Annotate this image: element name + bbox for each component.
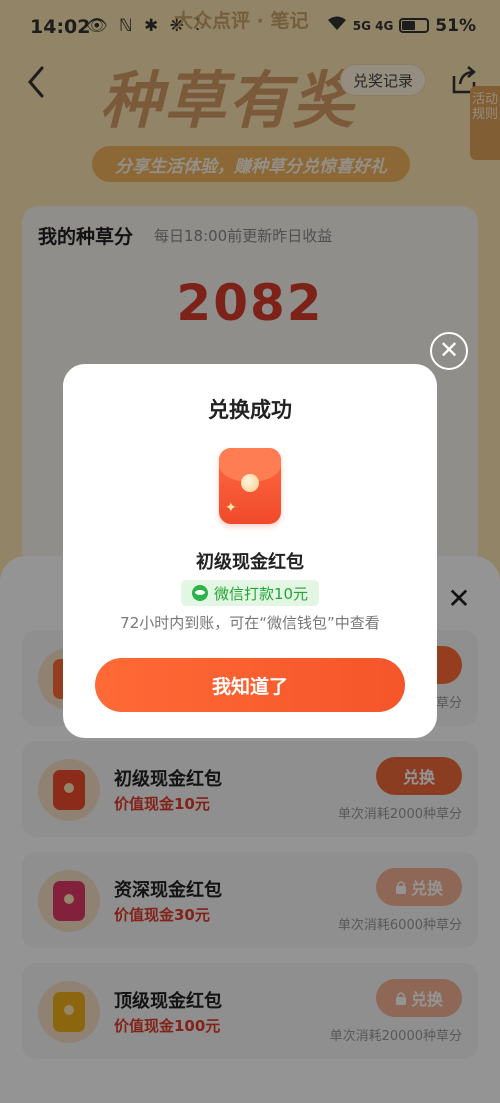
modal-close-button[interactable]: ✕ xyxy=(430,332,468,370)
success-modal: 兑换成功 ✦ 初级现金红包 微信打款10元 72小时内到账，可在“微信钱包”中查… xyxy=(63,364,437,738)
prize-name: 初级现金红包 xyxy=(196,552,304,573)
arrival-note: 72小时内到账，可在“微信钱包”中查看 xyxy=(120,614,380,632)
wechat-icon xyxy=(191,585,208,601)
payout-label: 微信打款10元 xyxy=(213,584,309,603)
got-it-button[interactable]: 我知道了 xyxy=(95,658,405,712)
wechat-payout-tag: 微信打款10元 xyxy=(181,580,319,606)
red-packet-icon: ✦ xyxy=(219,448,281,524)
modal-title: 兑换成功 xyxy=(208,398,292,422)
close-circle-icon: ✕ xyxy=(438,336,460,364)
